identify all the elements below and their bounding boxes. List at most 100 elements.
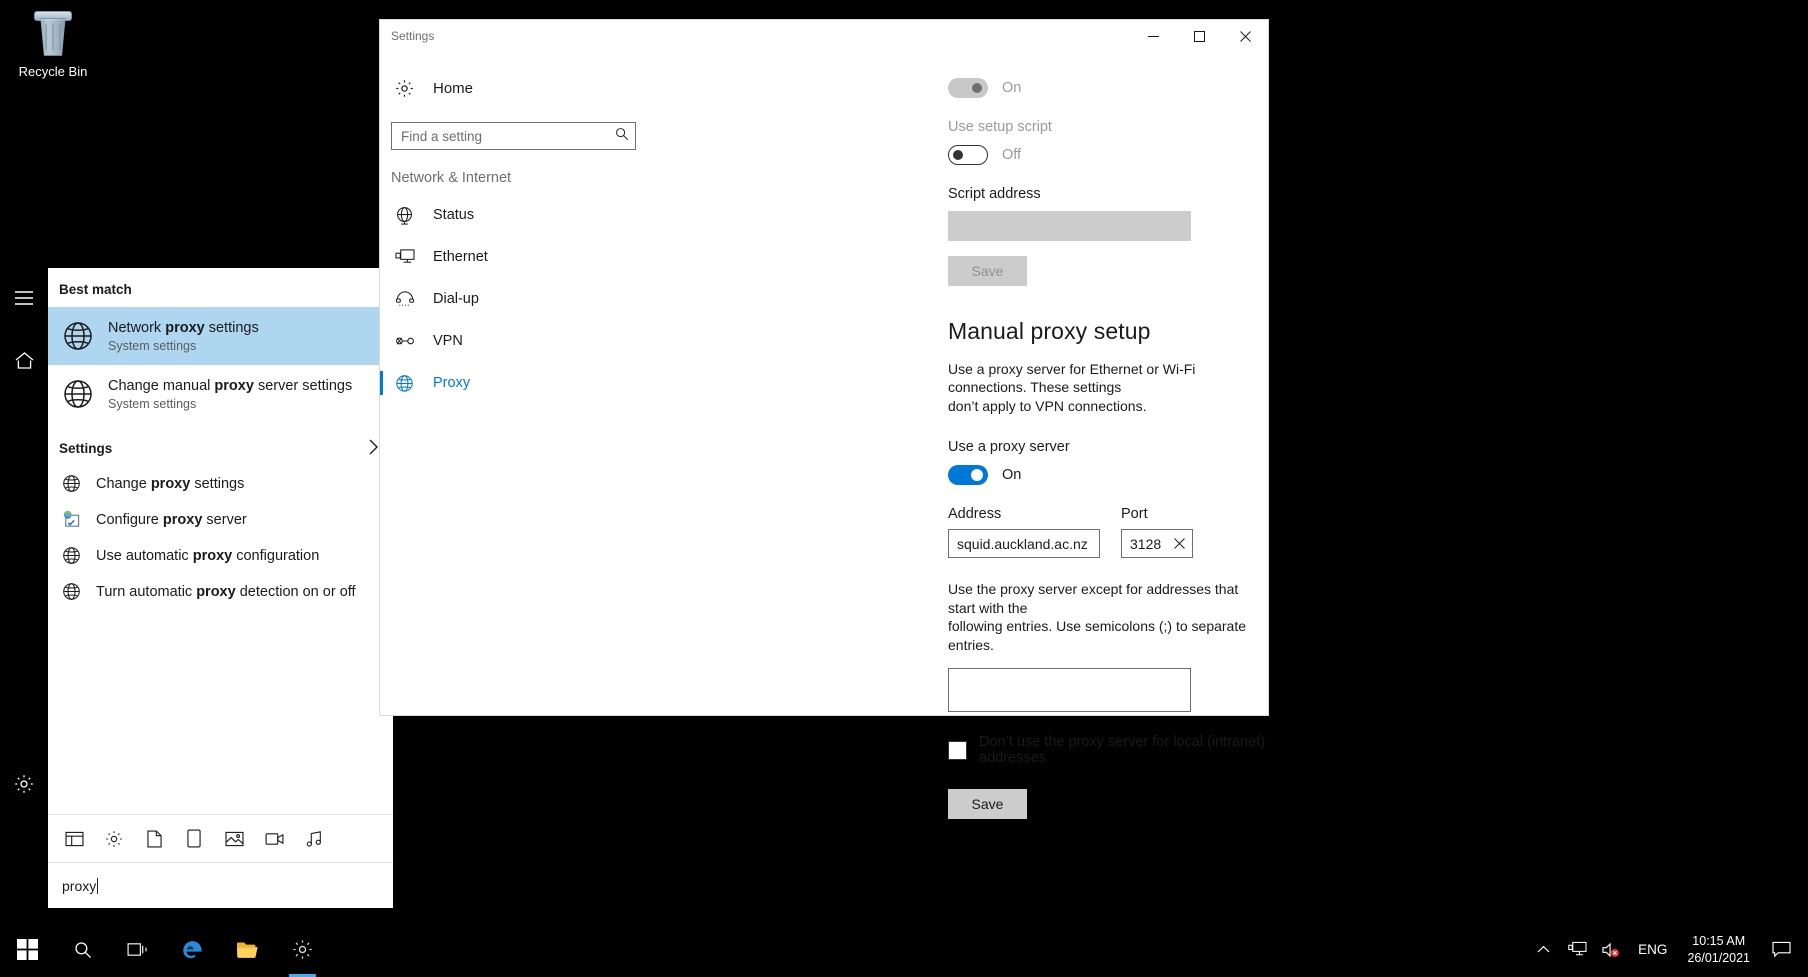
web-icon[interactable]: [174, 819, 214, 859]
bypass-local-label: Don’t use the proxy server for local (in…: [979, 734, 1266, 767]
sidebar-item-label: Ethernet: [433, 249, 488, 265]
video-icon[interactable]: [254, 819, 294, 859]
sidebar-item-ethernet[interactable]: Ethernet: [380, 236, 650, 278]
search-settings-item-label: Use automatic proxy configuration: [96, 548, 320, 564]
settings-group-label: Settings: [59, 441, 113, 456]
window-caption-buttons: [1130, 20, 1268, 52]
gear-icon: [394, 78, 415, 99]
system-tray: ENG 10:15 AM 26/01/2021: [1526, 922, 1808, 977]
sidebar-item-label: VPN: [433, 333, 463, 349]
documents-icon[interactable]: [134, 819, 174, 859]
sidebar-item-vpn[interactable]: VPN: [380, 320, 650, 362]
language-indicator[interactable]: ENG: [1628, 942, 1677, 957]
start-button[interactable]: [0, 922, 55, 977]
search-result-network-proxy-settings[interactable]: Network proxy settings System settings: [48, 307, 393, 365]
desktop-icon-recycle-bin[interactable]: Recycle Bin: [8, 6, 98, 80]
sidebar-item-dial-up[interactable]: Dial-up: [380, 278, 650, 320]
search-settings-item-label: Turn automatic proxy detection on or off: [96, 584, 356, 600]
maximize-button[interactable]: [1176, 20, 1222, 52]
settings-gear-rail-icon[interactable]: [0, 760, 48, 808]
chevron-right-icon[interactable]: [368, 439, 379, 458]
setup-script-toggle-row[interactable]: Off: [948, 145, 1268, 165]
proxy-exceptions-textarea[interactable]: [948, 668, 1191, 713]
network-icon[interactable]: [1560, 922, 1594, 977]
search-settings-item-configure-proxy-server[interactable]: Configure proxy server: [48, 502, 393, 538]
settings-titlebar[interactable]: Settings: [380, 20, 1268, 52]
clock-date: 26/01/2021: [1687, 950, 1750, 965]
bypass-local-row[interactable]: Don’t use the proxy server for local (in…: [948, 734, 1268, 766]
script-save-button: Save: [948, 256, 1027, 286]
file-explorer-icon[interactable]: [220, 922, 275, 977]
start-menu-rail: [0, 268, 48, 908]
globe-icon: [62, 378, 94, 410]
search-settings-item-label: Change proxy settings: [96, 476, 245, 492]
setup-script-toggle-state: Off: [1002, 147, 1022, 163]
use-setup-script-label: Use setup script: [948, 119, 1052, 135]
clock-time: 10:15 AM: [1692, 933, 1746, 948]
settings-gear-icon[interactable]: [94, 819, 134, 859]
proxy-port-input[interactable]: [1130, 535, 1170, 552]
action-center-icon[interactable]: [1760, 922, 1802, 977]
clock[interactable]: 10:15 AM 26/01/2021: [1677, 933, 1760, 967]
settings-sidebar: Home Network & Internet: [380, 52, 650, 715]
hamburger-menu-icon[interactable]: [0, 274, 48, 322]
search-settings-item-use-automatic-proxy-configuration[interactable]: Use automatic proxy configuration: [48, 538, 393, 574]
sidebar-item-home[interactable]: Home: [380, 68, 650, 108]
address-field-group: Address: [948, 506, 1100, 559]
search-icon[interactable]: [615, 127, 629, 146]
sidebar-search-box[interactable]: [391, 122, 636, 150]
search-settings-item-label: Configure proxy server: [96, 512, 247, 528]
find-a-setting-input[interactable]: [401, 128, 615, 144]
exceptions-line1: Use the proxy server except for addresse…: [948, 581, 1239, 616]
recycle-bin-icon: [29, 6, 77, 58]
search-result-change-manual-proxy-server-settings[interactable]: Change manual proxy server settings Syst…: [48, 365, 393, 423]
sidebar-item-proxy[interactable]: Proxy: [380, 362, 650, 404]
settings-gear-taskbar-icon[interactable]: [275, 922, 330, 977]
manual-description-line1: Use a proxy server for Ethernet or Wi-Fi…: [948, 361, 1196, 396]
proxy-address-field[interactable]: [948, 529, 1100, 559]
taskbar-search-icon[interactable]: [55, 922, 110, 977]
settings-group-header[interactable]: Settings: [48, 423, 393, 466]
sidebar-item-status[interactable]: Status: [380, 194, 650, 236]
home-house-icon[interactable]: [0, 336, 48, 384]
best-match-header: Best match: [59, 282, 132, 297]
use-proxy-toggle-row[interactable]: On: [948, 465, 1268, 486]
manual-proxy-setup-heading: Manual proxy setup: [948, 318, 1151, 344]
apps-icon[interactable]: [54, 819, 94, 859]
use-a-proxy-server-toggle[interactable]: [948, 465, 988, 486]
taskbar-search-input[interactable]: proxy: [48, 862, 393, 908]
auto-detect-settings-toggle[interactable]: [948, 78, 988, 98]
proxy-port-field[interactable]: [1121, 529, 1193, 559]
search-settings-item-turn-automatic-proxy-detection-on-or-off[interactable]: Turn automatic proxy detection on or off: [48, 574, 393, 610]
volume-muted-icon[interactable]: [1594, 922, 1628, 977]
search-result-subtitle: System settings: [108, 397, 197, 412]
bypass-local-checkbox[interactable]: [948, 740, 967, 760]
address-label: Address: [948, 506, 1002, 523]
use-a-proxy-server-label: Use a proxy server: [948, 439, 1070, 456]
script-address-label: Script address: [948, 186, 1041, 202]
photos-icon[interactable]: [214, 819, 254, 859]
clear-port-icon[interactable]: [1170, 535, 1188, 553]
close-button[interactable]: [1222, 20, 1268, 52]
proxy-address-input[interactable]: [957, 535, 1095, 552]
minimize-button[interactable]: [1130, 20, 1176, 52]
ethernet-icon: [394, 247, 415, 268]
music-icon[interactable]: [294, 819, 334, 859]
search-settings-item-change-proxy-settings[interactable]: Change proxy settings: [48, 466, 393, 502]
window-title: Settings: [391, 29, 435, 43]
auto-detect-toggle-state: On: [1002, 80, 1022, 96]
globe-icon: [394, 373, 415, 394]
auto-detect-toggle-row[interactable]: On: [948, 78, 1268, 98]
text-caret: [97, 877, 99, 894]
use-setup-script-toggle[interactable]: [948, 145, 988, 165]
sidebar-item-label: Dial-up: [433, 291, 479, 307]
show-hidden-icons-icon[interactable]: [1526, 922, 1560, 977]
settings-window: Settings Home Find a setting Network & I…: [380, 20, 1268, 820]
task-view-icon[interactable]: [110, 922, 165, 977]
search-result-title: Change manual proxy server settings: [108, 377, 353, 394]
save-button[interactable]: Save: [948, 789, 1027, 820]
control-panel-icon: [62, 510, 82, 530]
edge-icon[interactable]: [165, 922, 220, 977]
manual-proxy-description: Use a proxy server for Ethernet or Wi-Fi…: [948, 360, 1268, 415]
search-filter-iconbar: [48, 814, 393, 862]
